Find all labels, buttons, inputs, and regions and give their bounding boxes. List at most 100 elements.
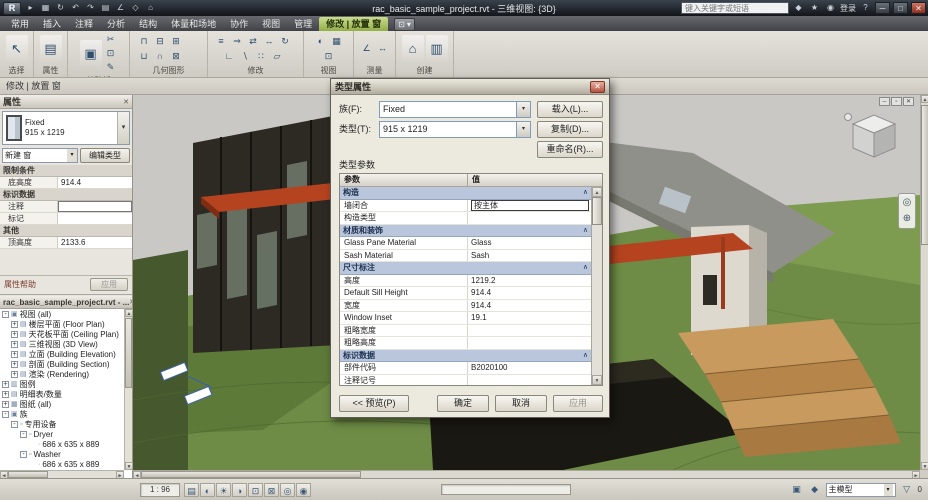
search-input[interactable] bbox=[681, 2, 789, 14]
param-value[interactable]: 914.4 bbox=[468, 287, 591, 299]
tree-expander[interactable]: + bbox=[11, 340, 18, 348]
offset-tool-icon[interactable]: ⇒ bbox=[230, 35, 244, 48]
viewcube[interactable] bbox=[843, 107, 905, 163]
view-restore-icon[interactable]: ▫ bbox=[891, 97, 902, 106]
filter-icon[interactable]: ▽ bbox=[900, 483, 914, 496]
param-group-construction[interactable]: 构造 ∧ bbox=[340, 187, 591, 200]
tree-expander[interactable]: + bbox=[11, 360, 18, 368]
collapse-icon[interactable]: ∧ bbox=[583, 187, 588, 199]
tree-item-floor-plan[interactable]: + ▤ 楼层平面 (Floor Plan) bbox=[0, 319, 124, 329]
tab-insert[interactable]: 插入 bbox=[36, 17, 68, 31]
param-value[interactable] bbox=[468, 337, 591, 349]
shadows-icon[interactable]: ◑ bbox=[232, 482, 247, 497]
chevron-down-icon[interactable]: ▾ bbox=[117, 112, 129, 144]
open-icon[interactable]: ▸ bbox=[24, 2, 37, 14]
cancel-button[interactable]: 取消 bbox=[495, 395, 547, 412]
show-crop-icon[interactable]: ⊠ bbox=[264, 482, 279, 497]
param-value[interactable] bbox=[58, 213, 132, 224]
move-tool-icon[interactable]: ↔ bbox=[262, 35, 276, 48]
tree-item-rendering[interactable]: + ▤ 渲染 (Rendering) bbox=[0, 369, 124, 379]
worksharing-icon[interactable]: ▣ bbox=[790, 483, 804, 496]
align-tool-icon[interactable]: ≡ bbox=[214, 35, 228, 48]
browser-vertical-scrollbar[interactable]: ▲ ▼ bbox=[124, 309, 133, 470]
property-group-other[interactable]: 其他 bbox=[0, 225, 132, 237]
tree-item-dryer-type[interactable]: · 686 x 635 x 889 bbox=[0, 439, 124, 449]
dialog-title-bar[interactable]: 类型属性 ✕ bbox=[331, 79, 609, 95]
measure-tool-icon[interactable]: ∠ bbox=[360, 42, 374, 55]
param-value[interactable]: 1219.2 bbox=[468, 275, 591, 287]
paste-tool-icon[interactable]: ▣ bbox=[79, 39, 102, 68]
type-selector[interactable]: Fixed 915 x 1219 ▾ bbox=[2, 111, 130, 145]
scroll-thumb[interactable] bbox=[125, 318, 132, 388]
tab-analyze[interactable]: 分析 bbox=[100, 17, 132, 31]
tree-item-washer[interactable]: - ▫ Washer bbox=[0, 449, 124, 459]
sync-icon[interactable]: ↻ bbox=[54, 2, 67, 14]
visual-style-icon[interactable]: ◐ bbox=[200, 482, 215, 497]
scroll-down-arrow[interactable]: ▼ bbox=[125, 462, 133, 470]
tree-expander[interactable]: + bbox=[2, 380, 9, 388]
tab-home[interactable]: 常用 bbox=[4, 17, 36, 31]
viewport-horizontal-scrollbar[interactable]: ◄ ► bbox=[133, 470, 920, 479]
help-icon[interactable]: ? bbox=[859, 2, 872, 14]
param-group-identity-data[interactable]: 标识数据 ∧ bbox=[340, 349, 591, 362]
scroll-up-arrow[interactable]: ▲ bbox=[125, 309, 133, 317]
scroll-up-arrow[interactable]: ▲ bbox=[921, 95, 928, 103]
param-value[interactable]: B2020100 bbox=[468, 362, 591, 374]
tree-item-washer-type[interactable]: · 686 x 635 x 889 bbox=[0, 459, 124, 469]
tag-icon[interactable]: ◇ bbox=[129, 2, 142, 14]
viewport-vertical-scrollbar[interactable]: ▲ ▼ bbox=[920, 95, 928, 470]
viewcube-home-icon[interactable] bbox=[844, 113, 852, 121]
tab-annotate[interactable]: 注释 bbox=[68, 17, 100, 31]
load-family-tool-icon[interactable]: ▥ bbox=[425, 34, 448, 63]
chevron-down-icon[interactable]: ▾ bbox=[516, 122, 530, 137]
tree-item-ceiling-plan[interactable]: + ▤ 天花板平面 (Ceiling Plan) bbox=[0, 329, 124, 339]
tab-modify-place-window[interactable]: 修改 | 放置 窗 bbox=[319, 17, 389, 31]
tree-expander[interactable]: + bbox=[2, 390, 9, 398]
scroll-thumb[interactable] bbox=[592, 197, 602, 225]
tree-item-sheets[interactable]: + ▦ 图纸 (all) bbox=[0, 399, 124, 409]
undo-icon[interactable]: ↶ bbox=[69, 2, 82, 14]
trim-tool-icon[interactable]: ∟ bbox=[222, 50, 236, 63]
modify-select-tool-icon[interactable]: ↖ bbox=[5, 34, 28, 63]
user-icon[interactable]: ◉ bbox=[824, 2, 837, 14]
type-dropdown[interactable]: 915 x 1219 ▾ bbox=[379, 121, 531, 138]
param-group-dimensions[interactable]: 尺寸标注 ∧ bbox=[340, 262, 591, 275]
close-icon[interactable]: ✕ bbox=[129, 298, 132, 306]
workset-dropdown[interactable]: 主模型 ▾ bbox=[825, 482, 896, 497]
redo-icon[interactable]: ↷ bbox=[84, 2, 97, 14]
properties-help-link[interactable]: 属性帮助 bbox=[4, 279, 36, 290]
tree-item-legends[interactable]: + ▥ 图例 bbox=[0, 379, 124, 389]
cut-tool-icon[interactable]: ✂ bbox=[104, 33, 118, 46]
wall-joins-tool-icon[interactable]: ⊔ bbox=[137, 50, 151, 63]
view-close-icon[interactable]: ✕ bbox=[903, 97, 914, 106]
tree-expander[interactable] bbox=[29, 441, 36, 448]
tab-manage[interactable]: 管理 bbox=[287, 17, 319, 31]
tab-massing-site[interactable]: 体量和场地 bbox=[164, 17, 223, 31]
browser-horizontal-scrollbar[interactable]: ◄ ► bbox=[0, 470, 124, 479]
steering-wheel-icon[interactable]: ◎ bbox=[900, 196, 914, 210]
param-value[interactable]: Glass bbox=[468, 237, 591, 249]
design-options-icon[interactable]: ◆ bbox=[808, 483, 822, 496]
property-group-constraints[interactable]: 限制条件 bbox=[0, 165, 132, 177]
param-value[interactable]: 2133.6 bbox=[58, 237, 132, 248]
join-tool-icon[interactable]: ⊞ bbox=[169, 35, 183, 48]
table-scrollbar[interactable]: ▲ ▼ bbox=[591, 187, 602, 385]
copy-tool-icon[interactable]: ⊡ bbox=[104, 47, 118, 60]
param-value[interactable]: 914.4 bbox=[58, 177, 132, 188]
scroll-thumb[interactable] bbox=[141, 471, 361, 478]
rename-button[interactable]: 重命名(R)... bbox=[537, 141, 603, 158]
tree-expander[interactable]: + bbox=[11, 330, 18, 338]
detail-level-icon[interactable]: ▤ bbox=[184, 482, 199, 497]
ribbon-state-button[interactable]: ⊡ ▾ bbox=[394, 18, 415, 31]
param-value[interactable]: Sash bbox=[468, 250, 591, 262]
tree-item-schedules[interactable]: + ▤ 明细表/数量 bbox=[0, 389, 124, 399]
tree-expander[interactable]: - bbox=[20, 430, 27, 438]
thin-lines-tool-icon[interactable]: ◐ bbox=[314, 35, 328, 48]
sun-path-icon[interactable]: ☀ bbox=[216, 482, 231, 497]
tab-structure[interactable]: 结构 bbox=[132, 17, 164, 31]
tab-view[interactable]: 视图 bbox=[255, 17, 287, 31]
view-scale-button[interactable]: 1 : 96 bbox=[140, 482, 180, 497]
favorites-icon[interactable]: ★ bbox=[808, 2, 821, 14]
project-browser-header[interactable]: rac_basic_sample_project.rvt - ... ✕ bbox=[0, 296, 132, 309]
rotate-tool-icon[interactable]: ↻ bbox=[278, 35, 292, 48]
